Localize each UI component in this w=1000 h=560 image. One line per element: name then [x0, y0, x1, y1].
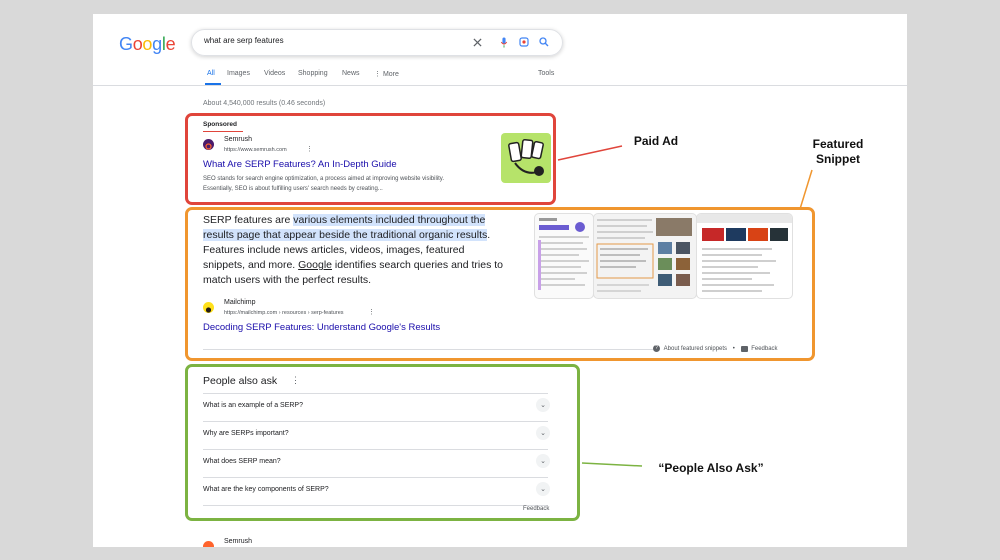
- search-bar[interactable]: what are serp features: [191, 29, 563, 56]
- tab-all[interactable]: All: [207, 70, 215, 77]
- featured-title-link[interactable]: Decoding SERP Features: Understand Googl…: [203, 322, 440, 333]
- paa-question-1[interactable]: What is an example of a SERP? ⌄: [203, 393, 550, 421]
- semrush-favicon-bottom: [203, 541, 214, 547]
- mailchimp-favicon: [203, 302, 214, 313]
- paa-feedback-link[interactable]: Feedback: [523, 506, 549, 512]
- ad-site-name: Semrush: [224, 136, 253, 143]
- tab-images[interactable]: Images: [227, 70, 250, 77]
- dot-separator: •: [732, 346, 735, 353]
- featured-text-part-1: SERP features are: [203, 214, 294, 226]
- google-logo[interactable]: Google: [119, 34, 176, 55]
- paa-question-text: What does SERP mean?: [203, 458, 281, 465]
- tools-button[interactable]: Tools: [538, 70, 554, 77]
- sponsored-underline: [203, 131, 243, 132]
- chevron-down-icon[interactable]: ⌄: [536, 398, 550, 412]
- paa-question-2[interactable]: Why are SERPs important? ⌄: [203, 421, 550, 449]
- chevron-down-icon[interactable]: ⌄: [536, 482, 550, 496]
- people-also-ask-annotation: “People Also Ask”: [658, 461, 764, 475]
- featured-image-3[interactable]: [696, 213, 793, 299]
- paa-question-3[interactable]: What does SERP mean? ⌄: [203, 449, 550, 477]
- clear-icon[interactable]: [470, 35, 484, 49]
- featured-snippet-text: SERP features are various elements inclu…: [203, 213, 503, 288]
- serp-page: Google what are serp features All Images…: [93, 14, 907, 547]
- featured-url[interactable]: https://mailchimp.com › resources › serp…: [224, 310, 344, 316]
- paa-options-icon[interactable]: ⋮: [291, 375, 300, 386]
- about-featured-snippets-link[interactable]: About featured snippets: [664, 346, 727, 352]
- header-divider: [93, 85, 907, 86]
- ad-thumbnail[interactable]: [501, 133, 551, 183]
- search-input[interactable]: what are serp features: [204, 36, 284, 45]
- ad-title-link[interactable]: What Are SERP Features? An In-Depth Guid…: [203, 159, 397, 170]
- paa-divider-4: [203, 505, 548, 506]
- more-dots-icon: ⋮: [374, 71, 383, 78]
- tab-shopping[interactable]: Shopping: [298, 70, 328, 77]
- tab-more-label: More: [382, 71, 399, 78]
- semrush-favicon: [203, 139, 214, 150]
- search-icon[interactable]: [537, 35, 551, 49]
- paa-question-text: What is an example of a SERP?: [203, 402, 303, 409]
- sponsored-label: Sponsored: [203, 121, 237, 128]
- ad-url[interactable]: https://www.semrush.com: [224, 147, 287, 153]
- featured-google-link[interactable]: Google: [298, 259, 332, 271]
- paa-question-text: Why are SERPs important?: [203, 430, 289, 437]
- featured-snippet-annotation: Featured Snippet: [812, 137, 864, 166]
- tab-more[interactable]: ⋮ More: [374, 70, 399, 78]
- paid-ad-annotation: Paid Ad: [633, 134, 679, 148]
- featured-footer: ? About featured snippets • Feedback: [653, 345, 778, 352]
- next-result-site: Semrush: [224, 538, 253, 545]
- featured-options-icon[interactable]: ⋮: [368, 308, 375, 316]
- featured-site-name: Mailchimp: [224, 299, 256, 306]
- paa-question-4[interactable]: What are the key components of SERP? ⌄: [203, 477, 550, 505]
- help-icon: ?: [653, 345, 660, 352]
- microphone-icon[interactable]: [497, 35, 511, 49]
- result-stats: About 4,540,000 results (0.46 seconds): [203, 100, 326, 107]
- lens-icon[interactable]: [517, 35, 531, 49]
- paa-question-text: What are the key components of SERP?: [203, 486, 329, 493]
- featured-footer-divider: [203, 349, 653, 350]
- featured-image-1[interactable]: [534, 213, 594, 299]
- ad-options-icon[interactable]: ⋮: [306, 145, 313, 153]
- featured-image-2[interactable]: [593, 213, 697, 299]
- chevron-down-icon[interactable]: ⌄: [536, 454, 550, 468]
- chevron-down-icon[interactable]: ⌄: [536, 426, 550, 440]
- paa-title: People also ask: [203, 375, 278, 387]
- ad-snippet: SEO stands for search engine optimizatio…: [203, 176, 444, 192]
- tab-news[interactable]: News: [342, 70, 360, 77]
- featured-feedback-link[interactable]: Feedback: [751, 346, 777, 352]
- tab-videos[interactable]: Videos: [264, 70, 285, 77]
- feedback-icon: [740, 345, 748, 352]
